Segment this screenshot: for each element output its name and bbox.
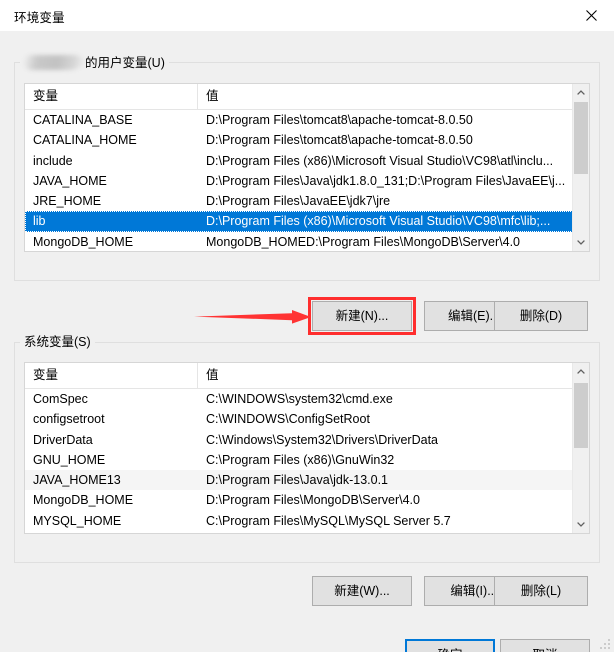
- variable-name-cell: GNU_HOME: [33, 452, 106, 467]
- table-row[interactable]: lib D:\Program Files (x86)\Microsoft Visu…: [25, 211, 589, 232]
- scroll-up-arrow-icon[interactable]: [573, 363, 589, 380]
- title-bar: 环境变量: [0, 0, 614, 32]
- environment-variables-dialog: 环境变量 的用户变量(U) 变量 值 CATALINA_BASE D:\Progr…: [0, 0, 614, 652]
- close-button[interactable]: [568, 0, 614, 31]
- variable-value-cell: C:\WINDOWS\ConfigSetRoot: [206, 412, 370, 427]
- variable-name-cell: JRE_HOME: [33, 194, 102, 209]
- variable-value-cell: D:\Program Files (x86)\Microsoft Visual …: [206, 214, 551, 229]
- variable-name-cell: include: [33, 153, 73, 168]
- variable-value-cell: C:\Program Files\MySQL\MySQL Server 5.7: [206, 513, 451, 528]
- variable-value-cell: C:\Program Files (x86)\GnuWin32: [206, 452, 395, 467]
- scroll-up-arrow-icon[interactable]: [573, 84, 589, 101]
- variable-value-cell: D:\Program Files\tomcat8\apache-tomcat-8…: [206, 113, 473, 127]
- variable-value-cell: D:\Program Files\JavaEE\jdk7\jre: [206, 194, 391, 209]
- user-list-scrollbar-thumb[interactable]: [574, 102, 588, 174]
- user-variables-group-label: 的用户变量(U): [20, 55, 169, 70]
- delete-system-variable-button[interactable]: 删除(L): [494, 576, 588, 606]
- variable-name-cell: MYSQL_HOME: [33, 513, 122, 528]
- system-variables-list[interactable]: 变量 值 ComSpec C:\WINDOWS\system32\cmd.exe c…: [24, 362, 590, 534]
- table-row[interactable]: MongoDB_HOME D:\Program Files\MongoDB\Ser…: [25, 490, 589, 510]
- variable-name-cell: MongoDB_HOME: [33, 234, 134, 249]
- new-system-variable-button[interactable]: 新建(W)...: [312, 576, 412, 606]
- system-variables-rows: ComSpec C:\WINDOWS\system32\cmd.exe config…: [25, 389, 589, 533]
- table-row[interactable]: MongoDB_HOME MongoDB_HOMED:\Program Files…: [25, 232, 589, 251]
- variable-value-cell: D:\Program Files\Java\jdk1.8.0_131;D:\Pr…: [206, 173, 566, 188]
- system-variables-header-row: 变量 值: [25, 363, 589, 389]
- user-column-header-value[interactable]: 值: [198, 84, 589, 109]
- table-row[interactable]: DriverData C:\Windows\System32\Drivers\Dr…: [25, 430, 589, 450]
- variable-value-cell: D:\Program Files (x86)\Microsoft Visual …: [206, 153, 554, 168]
- user-column-header-name[interactable]: 变量: [25, 84, 198, 109]
- variable-name-cell: JAVA_HOME13: [33, 473, 121, 488]
- system-list-vertical-scrollbar[interactable]: [572, 363, 589, 533]
- variable-value-cell: D:\Program Files\MongoDB\Server\4.0: [206, 493, 420, 508]
- system-variables-group-label: 系统变量(S): [20, 335, 95, 349]
- system-column-header-name[interactable]: 变量: [25, 363, 198, 388]
- table-row[interactable]: include D:\Program Files (x86)\Microsoft …: [25, 151, 589, 171]
- window-title: 环境变量: [14, 11, 65, 25]
- user-variables-list[interactable]: 变量 值 CATALINA_BASE D:\Program Files\tomca…: [24, 83, 590, 252]
- variable-name-cell: lib: [33, 214, 46, 229]
- annotation-red-arrow-icon: [194, 310, 312, 324]
- variable-value-cell: MongoDB_HOMED:\Program Files\MongoDB\Ser…: [206, 234, 521, 249]
- variable-value-cell: D:\Program Files\tomcat8\apache-tomcat-8…: [206, 133, 473, 148]
- variable-name-cell: MongoDB_HOME: [33, 493, 134, 508]
- variable-name-cell: ComSpec: [33, 392, 88, 406]
- system-column-header-value[interactable]: 值: [198, 363, 589, 388]
- variable-name-cell: DriverData: [33, 432, 93, 447]
- variable-value-cell: C:\Windows\System32\Drivers\DriverData: [206, 432, 438, 447]
- variable-name-cell: configsetroot: [33, 412, 105, 427]
- new-user-variable-button[interactable]: 新建(N)...: [312, 301, 412, 331]
- variable-value-cell: C:\WINDOWS\system32\cmd.exe: [206, 392, 393, 406]
- variable-value-cell: D:\Program Files\Java\jdk-13.0.1: [206, 473, 389, 488]
- blurred-username-redaction: [24, 55, 84, 70]
- user-variables-header-row: 变量 值: [25, 84, 589, 110]
- delete-user-variable-button[interactable]: 删除(D): [494, 301, 588, 331]
- user-variables-label-text: 的用户变量(U): [85, 56, 165, 70]
- table-row[interactable]: CATALINA_BASE D:\Program Files\tomcat8\ap…: [25, 110, 589, 130]
- variable-name-cell: CATALINA_BASE: [33, 113, 133, 127]
- table-row[interactable]: CATALINA_HOME D:\Program Files\tomcat8\ap…: [25, 130, 589, 150]
- table-row[interactable]: ComSpec C:\WINDOWS\system32\cmd.exe: [25, 389, 589, 409]
- scroll-down-arrow-icon[interactable]: [573, 234, 589, 251]
- system-list-scrollbar-thumb[interactable]: [574, 383, 588, 448]
- table-row[interactable]: GNU_HOME C:\Program Files (x86)\GnuWin32: [25, 450, 589, 470]
- dialog-client-area: 的用户变量(U) 变量 值 CATALINA_BASE D:\Program Fi…: [0, 31, 614, 652]
- table-row[interactable]: JAVA_HOME13 D:\Program Files\Java\jdk-13.…: [25, 470, 589, 491]
- table-row[interactable]: JRE_HOME D:\Program Files\JavaEE\jdk7\jre: [25, 191, 589, 211]
- user-variables-rows: CATALINA_BASE D:\Program Files\tomcat8\ap…: [25, 110, 589, 251]
- variable-name-cell: CATALINA_HOME: [33, 133, 137, 148]
- ok-button[interactable]: 确定: [405, 639, 495, 652]
- scroll-down-arrow-icon[interactable]: [573, 516, 589, 533]
- table-row[interactable]: configsetroot C:\WINDOWS\ConfigSetRoot: [25, 409, 589, 429]
- variable-name-cell: JAVA_HOME: [33, 173, 107, 188]
- table-row[interactable]: JAVA_HOME D:\Program Files\Java\jdk1.8.0_…: [25, 171, 589, 191]
- user-list-vertical-scrollbar[interactable]: [572, 84, 589, 251]
- table-row[interactable]: MYSQL_HOME C:\Program Files\MySQL\MySQL S…: [25, 511, 589, 531]
- cancel-button[interactable]: 取消: [500, 639, 590, 652]
- resize-grip-icon[interactable]: [600, 639, 611, 650]
- close-icon: [585, 10, 597, 21]
